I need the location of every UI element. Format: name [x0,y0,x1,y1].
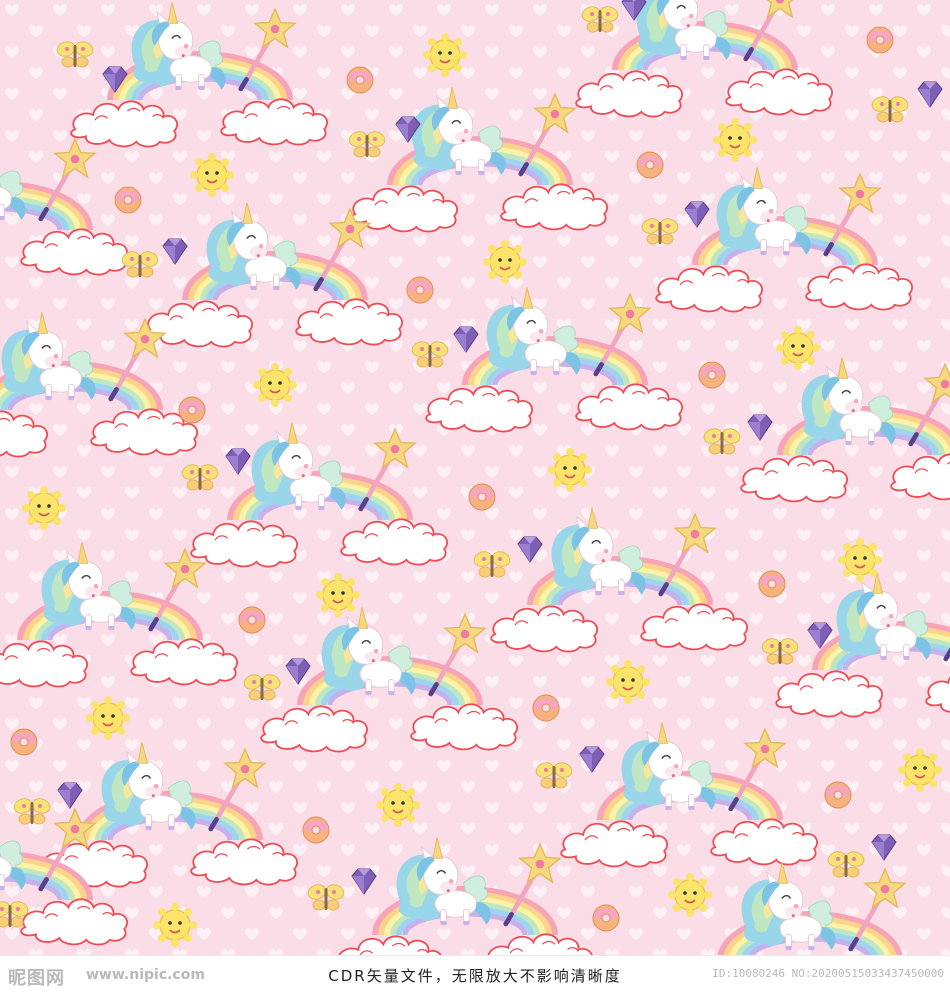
sun [897,747,943,793]
sun [547,447,593,493]
sun [667,872,713,918]
donut [10,728,38,756]
sun [605,659,651,705]
sun [422,32,468,78]
watermark-footer: 昵图网 www.nipic.com CDR矢量文件，无限放大不影响清晰度 ID:… [0,955,950,994]
sun [315,572,361,618]
sun [21,485,67,531]
sun [775,325,821,371]
sun [375,782,421,828]
donut [302,816,330,844]
sun [252,362,298,408]
donut [824,781,852,809]
pattern-canvas [0,0,950,955]
donut [636,151,664,179]
donut [346,66,374,94]
donut [238,606,266,634]
donut [592,904,620,932]
donut [758,570,786,598]
donut [866,26,894,54]
sun [712,117,758,163]
donut [532,694,560,722]
donut [406,276,434,304]
sun [152,902,198,948]
image-id: ID:10080246 NO:20200515033437450000 [712,967,944,980]
sun [837,537,883,583]
sun [85,695,131,741]
unicorn-pattern [0,0,950,955]
donut [468,483,496,511]
sun [482,239,528,285]
sun [189,152,235,198]
donut [114,186,142,214]
donut [698,361,726,389]
donut [178,396,206,424]
